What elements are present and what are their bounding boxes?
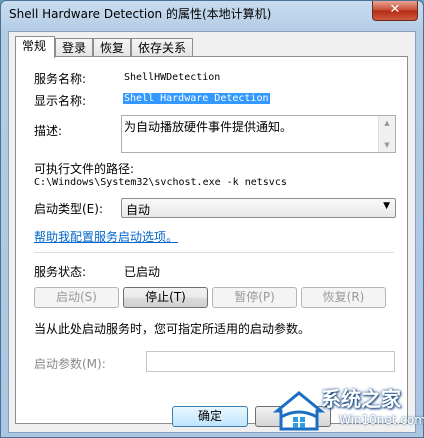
help-link[interactable]: 帮助我配置服务启动选项。 <box>34 228 178 245</box>
service-status-label: 服务状态: <box>34 265 87 279</box>
service-status-value: 已启动 <box>124 265 161 279</box>
dialog-client: 常规 登录 恢复 依存关系 服务名称: ShellHWDetection 显示名… <box>8 31 416 433</box>
resume-button[interactable]: 恢复(R) <box>301 287 386 308</box>
general-panel: 服务名称: ShellHWDetection 显示名称: Shell Hardw… <box>15 56 408 424</box>
stop-button[interactable]: 停止(T) <box>123 287 208 308</box>
tab-general[interactable]: 常规 <box>15 36 55 58</box>
properties-window: Shell Hardware Detection 的属性(本地计算机) ✕ 常规… <box>0 0 424 438</box>
start-button[interactable]: 启动(S) <box>34 287 119 308</box>
pause-button[interactable]: 暂停(P) <box>212 287 297 308</box>
service-name-label: 服务名称: <box>34 72 87 86</box>
description-textarea[interactable]: 为自动播放硬件事件提供通知。 ▲ ▼ <box>121 115 396 153</box>
display-name-value: Shell Hardware Detection <box>123 93 270 104</box>
start-params-label: 启动参数(M): <box>34 357 106 371</box>
service-name-value: ShellHWDetection <box>124 72 221 83</box>
window-title: Shell Hardware Detection 的属性(本地计算机) <box>9 7 272 21</box>
description-scrollbar[interactable]: ▲ ▼ <box>378 116 395 152</box>
watermark-url: Win10net.com <box>339 413 424 427</box>
startup-type-label: 启动类型(E): <box>34 202 103 216</box>
exe-path-value: C:\Windows\System32\svchost.exe -k netsv… <box>34 177 287 188</box>
description-value: 为自动播放硬件事件提供通知。 <box>124 120 293 134</box>
ok-button[interactable]: 确定 <box>172 406 248 427</box>
close-icon: ✕ <box>389 2 401 17</box>
display-name-label: 显示名称: <box>34 94 87 108</box>
site-watermark: 系统之家 Win10net.com <box>273 379 424 437</box>
scroll-down-icon[interactable]: ▼ <box>379 138 395 152</box>
tab-dependencies[interactable]: 依存关系 <box>131 38 193 56</box>
watermark-title: 系统之家 <box>321 387 401 411</box>
divider <box>34 252 394 253</box>
tab-logon[interactable]: 登录 <box>55 38 93 56</box>
chevron-down-icon: ▼ <box>383 201 390 211</box>
start-params-input[interactable] <box>146 351 395 372</box>
display-name-field[interactable]: Shell Hardware Detection <box>123 93 270 104</box>
startup-type-select[interactable]: 自动 ▼ <box>121 198 396 218</box>
close-button[interactable]: ✕ <box>372 1 418 21</box>
scroll-up-icon[interactable]: ▲ <box>379 116 395 130</box>
start-params-hint: 当从此处启动服务时，您可指定所适用的启动参数。 <box>34 322 311 336</box>
tab-recovery[interactable]: 恢复 <box>93 38 131 56</box>
exe-path-label: 可执行文件的路径: <box>34 162 135 176</box>
description-label: 描述: <box>34 124 63 138</box>
startup-type-value: 自动 <box>126 203 151 217</box>
house-logo-icon <box>273 391 325 431</box>
